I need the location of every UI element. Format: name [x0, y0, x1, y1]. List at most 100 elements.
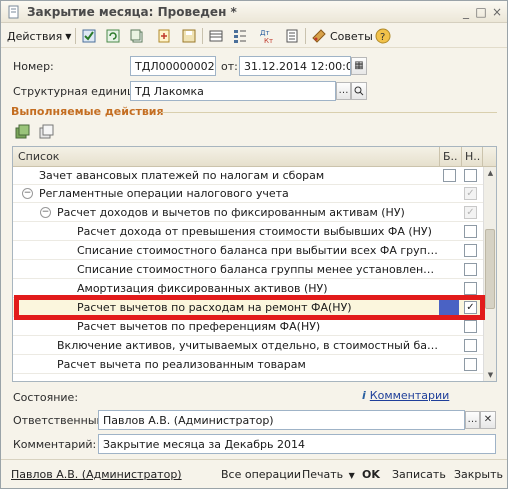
help-button[interactable]: ?	[375, 26, 391, 46]
checkbox-n[interactable]	[464, 263, 477, 276]
highlight-frame	[14, 295, 485, 320]
header-n[interactable]: Н..	[465, 150, 480, 163]
checkbox-n[interactable]: ✓	[464, 187, 477, 200]
unit-search-button[interactable]	[351, 82, 367, 100]
save-button[interactable]	[181, 26, 197, 46]
chevron-down-icon: ▼	[348, 471, 355, 480]
unit-select-button[interactable]: …	[336, 82, 351, 100]
checkbox-b[interactable]	[443, 169, 456, 182]
uncheck-all-icon	[39, 124, 54, 139]
row-text: Включение активов, учитываемых отдельно,…	[57, 339, 439, 352]
table-row[interactable]: Зачет авансовых платежей по налогам и сб…	[13, 167, 483, 185]
doc-list-button[interactable]	[156, 26, 172, 46]
row-text: Списание стоимостного баланса группы мен…	[77, 263, 439, 276]
clear-icon: ✕	[483, 414, 493, 425]
post-button[interactable]	[81, 26, 97, 46]
checkbox-n[interactable]	[464, 358, 477, 371]
collapse-icon[interactable]: −	[40, 207, 51, 218]
calendar-icon: ▦	[354, 60, 364, 71]
checkbox-n[interactable]	[464, 225, 477, 238]
scroll-down-icon[interactable]: ▼	[484, 369, 496, 381]
section-title: Выполняемые действия	[11, 105, 164, 118]
row-text: Списание стоимостного баланса при выбыти…	[77, 244, 439, 257]
checkbox-n[interactable]	[464, 244, 477, 257]
actions-label: Действия	[7, 29, 63, 43]
table-row[interactable]: Списание стоимостного баланса группы мен…	[13, 261, 483, 279]
uncheck-all-button[interactable]	[39, 124, 55, 143]
checkbox-n[interactable]: ✓	[464, 206, 477, 219]
table-row[interactable]: Расчет вычета по реализованным товарам	[13, 356, 483, 374]
actions-table: Список Б.. Н.. Зачет авансовых платежей …	[12, 146, 497, 382]
checkbox-n[interactable]	[464, 339, 477, 352]
checkbox-n[interactable]	[464, 320, 477, 333]
footer-bar: Павлов А.В. (Администратор) Все операции…	[1, 459, 507, 488]
report-button[interactable]	[284, 26, 300, 46]
responsible-clear-button[interactable]: ✕	[480, 411, 496, 429]
close-button[interactable]: Закрыть	[454, 468, 503, 481]
table-button[interactable]	[208, 26, 224, 46]
scroll-up-icon[interactable]: ▲	[484, 167, 496, 179]
section-divider	[161, 112, 497, 113]
actions-menu-button[interactable]: Действия ▼	[7, 26, 71, 46]
row-text: Амортизация фиксированных активов (НУ)	[77, 282, 328, 295]
checkbox-n[interactable]	[464, 169, 477, 182]
table-row[interactable]: − Регламентные операции налогового учета…	[13, 185, 483, 203]
table-row[interactable]: − Расчет доходов и вычетов по фиксирован…	[13, 204, 483, 222]
header-b[interactable]: Б..	[443, 150, 458, 163]
post-icon	[82, 29, 96, 43]
svg-text:Кт: Кт	[264, 37, 273, 44]
responsible-select-button[interactable]: …	[465, 411, 480, 429]
table-icon	[209, 30, 223, 42]
row-text: Расчет дохода от превышения стоимости вы…	[77, 225, 432, 238]
tips-label: Советы	[330, 29, 373, 43]
responsible-field[interactable]: Павлов А.В. (Администратор)	[98, 410, 465, 430]
refresh-button[interactable]	[105, 26, 121, 46]
responsible-label: Ответственный:	[13, 414, 108, 427]
write-button[interactable]: Записать	[392, 468, 446, 481]
vertical-scrollbar[interactable]: ▲ ▼	[483, 167, 496, 381]
table-row[interactable]: Расчет дохода от превышения стоимости вы…	[13, 223, 483, 241]
svg-text:?: ?	[380, 32, 385, 43]
tips-button[interactable]: Советы	[311, 26, 373, 46]
scroll-thumb[interactable]	[485, 229, 495, 309]
copy-button[interactable]	[129, 26, 145, 46]
minimize-icon[interactable]: _	[459, 5, 473, 19]
row-text: Расчет вычета по реализованным товарам	[57, 358, 306, 371]
dt-kt-button[interactable]: Дт Кт	[259, 26, 275, 46]
info-icon: i	[362, 389, 366, 402]
document-window: Закрытие месяца: Проведен * _ □ × Действ…	[0, 0, 508, 489]
comments-link-label: Комментарии	[369, 389, 450, 402]
check-all-button[interactable]	[15, 124, 31, 143]
close-icon[interactable]: ×	[490, 5, 504, 19]
title-bar: Закрытие месяца: Проведен * _ □ ×	[1, 1, 507, 23]
comment-field[interactable]: Закрытие месяца за Декабрь 2014	[98, 434, 496, 454]
all-operations-button[interactable]: Все операции	[221, 468, 301, 481]
unit-field[interactable]: ТД Лакомка	[130, 81, 336, 101]
table-row[interactable]: Списание стоимостного баланса при выбыти…	[13, 242, 483, 260]
number-field[interactable]: ТДЛ00000002	[130, 56, 216, 76]
unit-label: Структурная единица:	[13, 85, 145, 98]
status-label: Состояние:	[13, 391, 79, 404]
ok-button[interactable]: OK	[362, 468, 380, 481]
number-label: Номер:	[13, 60, 54, 73]
maximize-icon[interactable]: □	[474, 5, 488, 19]
chevron-down-icon: ▼	[65, 31, 72, 41]
row-text: Регламентные операции налогового учета	[39, 187, 289, 200]
collapse-icon[interactable]: −	[22, 188, 33, 199]
checkbox-n[interactable]	[464, 282, 477, 295]
print-menu-button[interactable]: Печать ▼	[302, 468, 355, 481]
comments-link[interactable]: i Комментарии	[362, 389, 449, 402]
calendar-button[interactable]: ▦	[351, 57, 367, 75]
row-text: Зачет авансовых платежей по налогам и сб…	[39, 169, 325, 182]
help-icon: ?	[375, 28, 391, 44]
row-text: Расчет доходов и вычетов по фиксированны…	[57, 206, 405, 219]
structure-button[interactable]	[232, 26, 248, 46]
save-icon	[182, 29, 196, 43]
row-text: Расчет вычетов по преференциям ФА(НУ)	[77, 320, 321, 333]
table-row[interactable]: Включение активов, учитываемых отдельно,…	[13, 337, 483, 355]
user-link[interactable]: Павлов А.В. (Администратор)	[11, 468, 182, 481]
date-field[interactable]: 31.12.2014 12:00:00	[239, 56, 351, 76]
header-list[interactable]: Список	[18, 150, 59, 163]
table-row[interactable]: Расчет вычетов по преференциям ФА(НУ)	[13, 318, 483, 336]
copy-icon	[130, 29, 143, 43]
